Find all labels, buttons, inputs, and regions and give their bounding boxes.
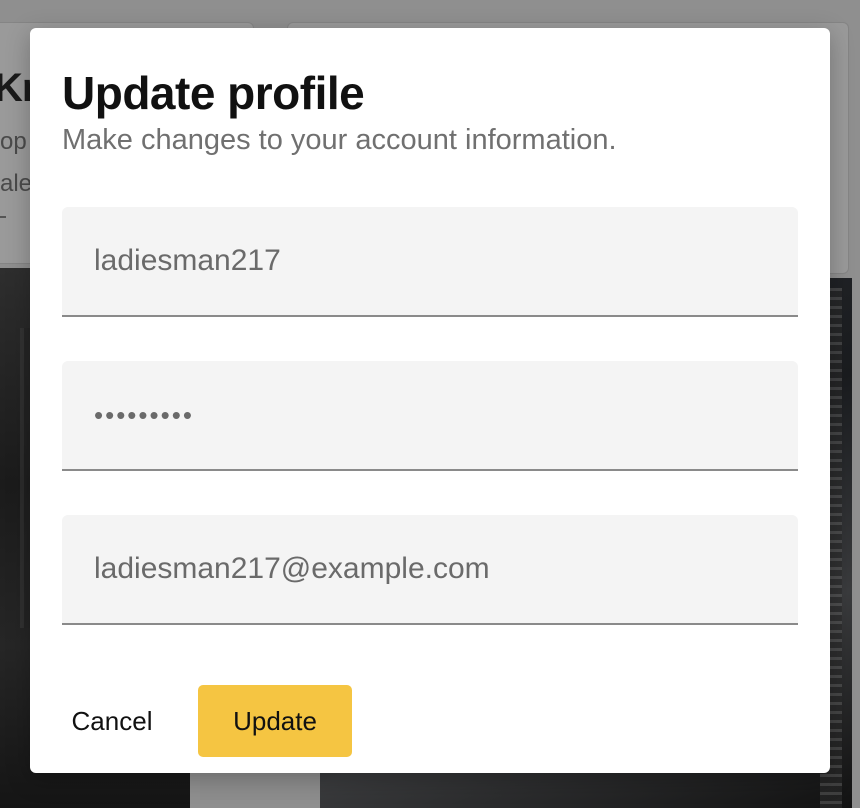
cancel-button[interactable]: Cancel bbox=[52, 686, 172, 756]
background-divider bbox=[0, 216, 6, 218]
password-input[interactable] bbox=[62, 361, 798, 469]
update-profile-dialog: Update profile Make changes to your acco… bbox=[30, 28, 830, 773]
background-card-text: ale bbox=[0, 170, 33, 197]
background-card-text: op bbox=[0, 128, 27, 155]
email-field bbox=[62, 515, 798, 625]
dialog-subtitle: Make changes to your account information… bbox=[62, 124, 617, 156]
email-input[interactable] bbox=[62, 515, 798, 623]
username-field bbox=[62, 207, 798, 317]
dialog-title: Update profile bbox=[62, 67, 365, 119]
username-input[interactable] bbox=[62, 207, 798, 315]
password-field bbox=[62, 361, 798, 471]
update-button[interactable]: Update bbox=[198, 685, 352, 757]
